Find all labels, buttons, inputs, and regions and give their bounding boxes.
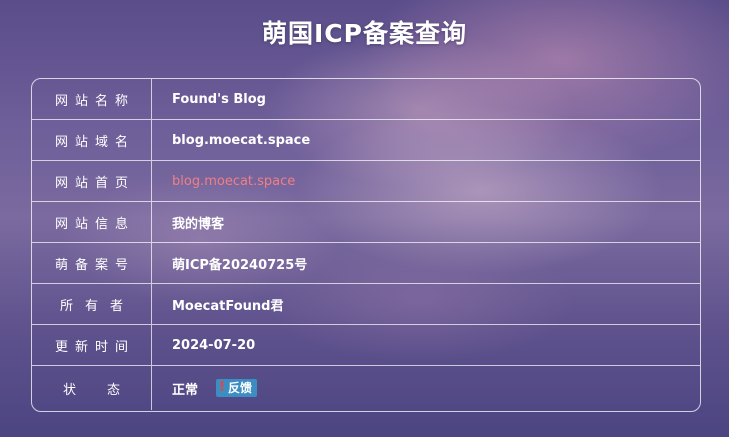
owner-value: MoecatFound君	[172, 298, 284, 314]
site-domain-label: 网站域名	[32, 120, 152, 160]
site-name-label: 网站名称	[32, 79, 152, 119]
status-cell: 正常 ! 反馈	[152, 366, 700, 410]
homepage-label: 网站首页	[32, 161, 152, 201]
homepage-link[interactable]: blog.moecat.space	[152, 161, 700, 201]
site-info-label: 网站信息	[32, 202, 152, 242]
table-row-site-info: 网站信息 我的博客	[32, 202, 700, 243]
record-number-value: 萌ICP备20240725号	[172, 257, 308, 273]
feedback-button[interactable]: ! 反馈	[216, 379, 257, 397]
table-row-site-name: 网站名称 Found's Blog	[32, 79, 700, 120]
site-domain-value: blog.moecat.space	[172, 132, 311, 148]
site-name-value: Found's Blog	[172, 91, 266, 107]
table-row-status: 状态 正常 ! 反馈	[32, 366, 700, 410]
table-row-update-time: 更新时间 2024-07-20	[32, 325, 700, 366]
table-row-owner: 所有者 MoecatFound君	[32, 284, 700, 325]
table-row-site-domain: 网站域名 blog.moecat.space	[32, 120, 700, 161]
record-number-label: 萌备案号	[32, 243, 152, 283]
status-value: 正常	[172, 382, 199, 398]
site-info-value: 我的博客	[172, 216, 225, 232]
status-label: 状态	[32, 366, 152, 410]
table-row-record-number: 萌备案号 萌ICP备20240725号	[32, 243, 700, 284]
update-time-value: 2024-07-20	[172, 337, 256, 353]
icp-info-table: 网站名称 Found's Blog 网站域名 blog.moecat.space…	[31, 78, 701, 412]
table-row-homepage: 网站首页 blog.moecat.space	[32, 161, 700, 202]
owner-label: 所有者	[32, 284, 152, 324]
update-time-label: 更新时间	[32, 325, 152, 365]
feedback-label: 反馈	[227, 381, 252, 395]
warning-icon: !	[219, 380, 225, 395]
page-title: 萌国ICP备案查询	[262, 19, 467, 48]
